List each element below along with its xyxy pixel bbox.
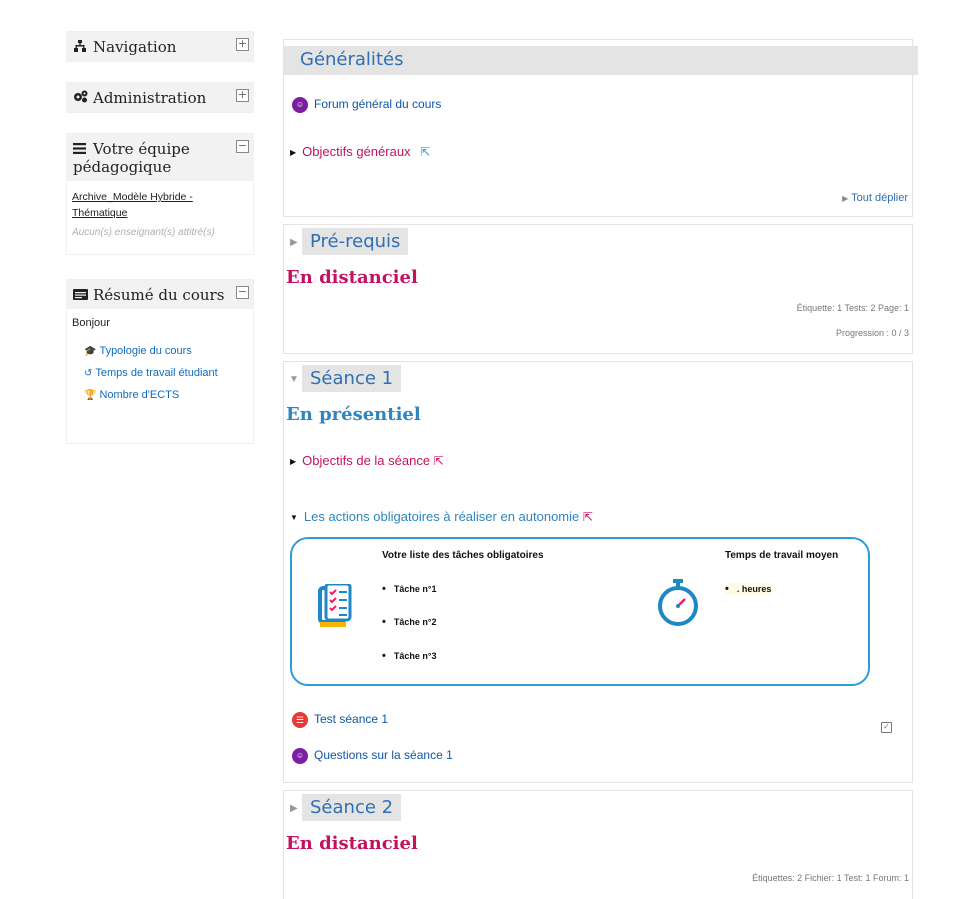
card-icon <box>73 289 89 304</box>
administration-header[interactable]: Administration + <box>67 83 253 112</box>
section-seance-1-title[interactable]: Séance 1 <box>302 365 402 392</box>
typology-link[interactable]: 🎓 Typologie du cours <box>84 345 248 357</box>
collapse-team-button[interactable]: − <box>236 140 249 153</box>
general-forum-link[interactable]: ☺☺ Forum général du cours <box>292 97 442 125</box>
graduation-cap-icon: 🎓 <box>84 346 97 357</box>
section-prerequisites: ▶ Pré-requis En distanciel Étiquette: 1 … <box>283 224 913 354</box>
expand-administration-button[interactable]: + <box>236 89 249 102</box>
seance-1-quiz-link[interactable]: ☰ Test séance 1 <box>292 712 388 728</box>
seance-1-objectives-label: Objectifs de la séance <box>302 453 431 468</box>
ects-link[interactable]: 🏆 Nombre d'ECTS <box>84 389 248 401</box>
task-item-2: Tâche n°2 <box>382 616 437 628</box>
work-time-label: Temps de travail étudiant <box>95 367 218 379</box>
expand-all-label: Tout déplier <box>851 192 908 204</box>
expand-section-caret-icon[interactable]: ▶ <box>290 803 298 814</box>
ects-label: Nombre d'ECTS <box>99 389 180 401</box>
section-seance-1: ▼ Séance 1 En présentiel ▶ Objectifs de l… <box>283 361 913 783</box>
expanded-triangle-icon: ▼ <box>290 513 298 523</box>
cursor-click-icon: ⇱ <box>433 454 444 468</box>
team-title: Votre équipe pédagogique <box>73 140 190 176</box>
course-summary-title: Résumé du cours <box>93 286 225 304</box>
collapse-summary-button[interactable]: − <box>236 286 249 299</box>
section-general: Généralités ☺☺ Forum général du cours ▶ Ob… <box>283 39 918 217</box>
collapsed-triangle-icon: ▶ <box>290 148 297 158</box>
typology-label: Typologie du cours <box>99 345 192 357</box>
completion-checkbox[interactable]: ✓ <box>881 722 892 733</box>
general-objectives-label: Objectifs généraux <box>302 144 411 159</box>
tasks-heading: Votre liste des tâches obligatoires <box>382 550 544 561</box>
team-body: Archive_Modèle Hybride - Thématique Aucu… <box>67 181 253 246</box>
cogs-icon <box>73 90 89 107</box>
seance-2-subtitle: En distanciel <box>286 833 418 854</box>
work-time-link[interactable]: ↺ Temps de travail étudiant <box>84 367 248 379</box>
collapse-section-caret-icon[interactable]: ▼ <box>289 374 299 385</box>
expand-all-link[interactable]: ▶ Tout déplier <box>842 192 908 204</box>
seance-1-quiz-label: Test séance 1 <box>314 712 389 727</box>
course-summary-body: Bonjour 🎓 Typologie du cours ↺ Temps de tr… <box>67 309 253 419</box>
seance-1-forum-link[interactable]: ☺☺ Questions sur la séance 1 <box>292 748 453 776</box>
section-general-title[interactable]: Généralités <box>284 46 918 75</box>
history-icon: ↺ <box>84 368 93 379</box>
course-archive-link[interactable]: Archive_Modèle Hybride - Thématique <box>72 189 248 221</box>
prerequisites-activity-summary: Étiquette: 1 Tests: 2 Page: 1 <box>796 303 909 313</box>
prerequisites-progress: Progression : 0 / 3 <box>835 328 909 338</box>
mandatory-tasks-box: Votre liste des tâches obligatoires Tâch… <box>290 537 870 686</box>
navigation-header[interactable]: Navigation + <box>67 32 253 61</box>
forum-icon: ☺☺ <box>292 97 308 125</box>
avg-time-value: . heures <box>725 583 772 595</box>
sitemap-icon <box>73 40 89 56</box>
course-summary-header[interactable]: Résumé du cours − <box>67 280 253 309</box>
administration-block: Administration + <box>66 82 254 113</box>
seance-1-actions-label: Les actions obligatoires à réaliser en a… <box>303 509 580 524</box>
avg-time-heading: Temps de travail moyen <box>725 550 839 561</box>
expand-navigation-button[interactable]: + <box>236 38 249 51</box>
quiz-icon: ☰ <box>292 712 308 728</box>
general-forum-label: Forum général du cours <box>314 97 442 112</box>
seance-1-forum-label: Questions sur la séance 1 <box>314 748 453 763</box>
team-header[interactable]: Votre équipe pédagogique − <box>67 134 253 181</box>
bars-icon <box>73 143 89 158</box>
seance-1-subtitle: En présentiel <box>286 404 421 425</box>
section-seance-2: ▶ Séance 2 En distanciel Étiquettes: 2 F… <box>283 790 913 899</box>
navigation-title: Navigation <box>93 38 177 56</box>
seance-1-actions-toggle[interactable]: ▼ Les actions obligatoires à réaliser en … <box>290 509 593 524</box>
section-seance-2-title[interactable]: Séance 2 <box>302 794 402 821</box>
task-item-1: Tâche n°1 <box>382 583 437 595</box>
forum-icon: ☺☺ <box>292 748 308 776</box>
greeting-text: Bonjour <box>72 317 110 329</box>
section-prerequisites-title[interactable]: Pré-requis <box>302 228 409 255</box>
prerequisites-subtitle: En distanciel <box>286 267 418 288</box>
expand-section-caret-icon[interactable]: ▶ <box>290 237 298 248</box>
collapsed-triangle-icon: ▶ <box>290 457 297 467</box>
checklist-icon <box>318 582 354 633</box>
seance-1-objectives-toggle[interactable]: ▶ Objectifs de la séance ⇱ <box>290 453 444 468</box>
general-objectives-toggle[interactable]: ▶ Objectifs généraux ⇱ <box>290 144 430 159</box>
trophy-icon: 🏆 <box>84 390 97 401</box>
stopwatch-icon <box>657 579 699 632</box>
team-block: Votre équipe pédagogique − Archive_Modèl… <box>66 133 254 255</box>
administration-title: Administration <box>93 89 207 107</box>
navigation-block: Navigation + <box>66 31 254 62</box>
task-item-3: Tâche n°3 <box>382 650 437 662</box>
seance-2-activity-summary: Étiquettes: 2 Fichier: 1 Test: 1 Forum: … <box>752 873 909 883</box>
expand-all-caret-icon: ▶ <box>842 194 849 203</box>
cursor-click-icon: ⇱ <box>582 510 593 524</box>
course-summary-block: Résumé du cours − Bonjour 🎓 Typologie du … <box>66 279 254 444</box>
cursor-pointer-icon: ⇱ <box>420 145 431 159</box>
no-teacher-note: Aucun(s) enseignant(s) attitré(s) <box>72 227 215 238</box>
